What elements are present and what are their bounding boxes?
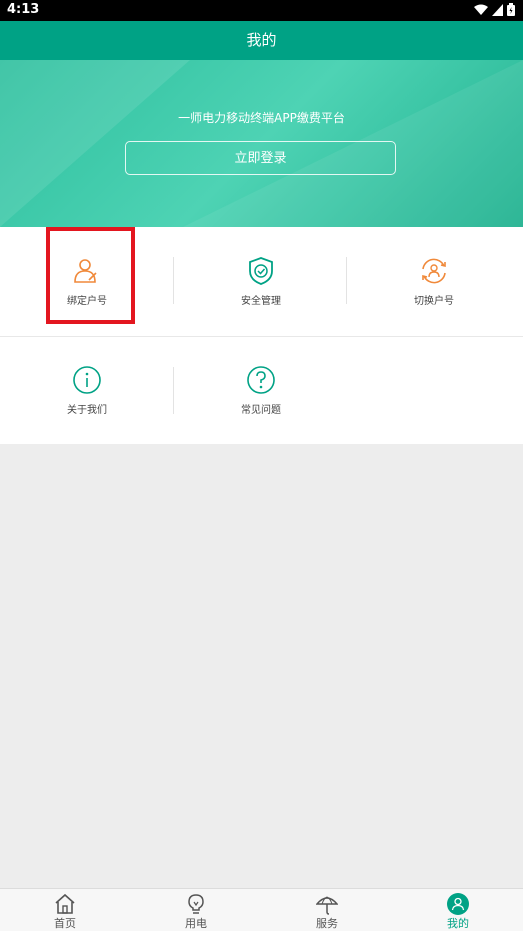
about-us-label: 关于我们 <box>67 405 107 416</box>
switch-account-label: 切换户号 <box>414 296 454 307</box>
tab-home[interactable]: 首页 <box>0 889 130 931</box>
tab-electricity-label: 用电 <box>185 917 207 930</box>
signal-icon <box>492 3 503 16</box>
tab-service-label: 服务 <box>316 917 338 930</box>
user-icon <box>447 893 469 915</box>
status-time: 4:13 <box>7 2 40 17</box>
login-button[interactable]: 立即登录 <box>125 141 396 175</box>
faq-label: 常见问题 <box>241 405 281 416</box>
banner-subtitle: 一师电力移动终端APP缴费平台 <box>178 111 345 125</box>
menu-row-2: 关于我们 常见问题 <box>0 337 523 444</box>
info-icon <box>73 366 101 394</box>
bottom-tab-bar: 首页 用电 服务 我的 <box>0 888 523 931</box>
menu-row-1: 绑定户号 安全管理 切换户号 <box>0 227 523 337</box>
profile-banner: 一师电力移动终端APP缴费平台 立即登录 <box>0 60 523 227</box>
tab-home-label: 首页 <box>54 917 76 930</box>
wifi-icon <box>474 4 488 15</box>
about-us-item[interactable]: 关于我们 <box>0 337 174 444</box>
security-item[interactable]: 安全管理 <box>174 227 348 336</box>
app-header: 我的 <box>0 21 523 60</box>
switch-account-item[interactable]: 切换户号 <box>347 227 521 336</box>
shield-icon <box>249 257 273 285</box>
status-bar: 4:13 <box>0 0 523 21</box>
user-bind-icon <box>74 259 97 283</box>
bind-account-label: 绑定户号 <box>67 296 107 307</box>
page-title: 我的 <box>246 31 277 49</box>
lightbulb-icon <box>188 894 204 914</box>
tab-service[interactable]: 服务 <box>262 889 392 931</box>
home-icon <box>55 893 75 914</box>
tab-mine[interactable]: 我的 <box>393 889 523 931</box>
status-icons <box>474 3 515 16</box>
security-label: 安全管理 <box>241 296 281 307</box>
switch-user-icon <box>422 258 446 284</box>
tab-electricity[interactable]: 用电 <box>131 889 261 931</box>
battery-icon <box>507 3 515 16</box>
umbrella-icon <box>316 896 338 915</box>
question-icon <box>247 366 275 394</box>
tab-mine-label: 我的 <box>447 917 469 930</box>
faq-item[interactable]: 常见问题 <box>174 337 348 444</box>
bind-account-item[interactable]: 绑定户号 <box>0 227 174 336</box>
